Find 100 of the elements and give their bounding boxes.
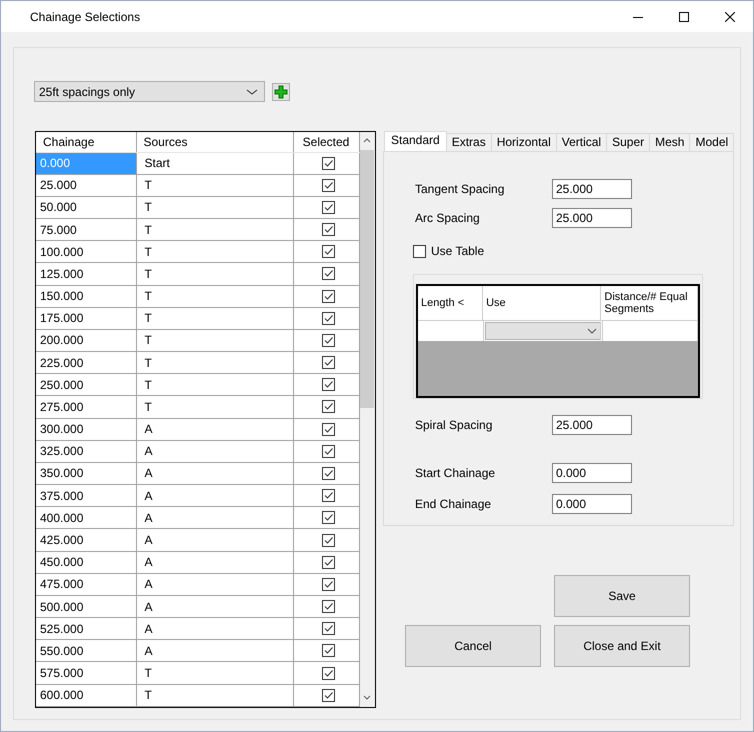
chainage-cell[interactable]: 275.000 bbox=[36, 396, 136, 418]
source-cell: A bbox=[136, 640, 293, 662]
chainage-cell[interactable]: 300.000 bbox=[36, 418, 136, 440]
tab[interactable]: Model bbox=[689, 133, 734, 151]
source-cell: T bbox=[136, 262, 293, 286]
chainage-cell[interactable]: 375.000 bbox=[36, 484, 136, 507]
selected-checkbox[interactable] bbox=[322, 644, 334, 658]
selected-checkbox[interactable] bbox=[322, 666, 334, 680]
selected-checkbox[interactable] bbox=[322, 156, 334, 170]
use-table-checkbox[interactable] bbox=[413, 244, 426, 258]
selected-checkbox[interactable] bbox=[322, 312, 334, 325]
selected-checkbox[interactable] bbox=[322, 356, 334, 370]
checkbox-label: Use Table bbox=[431, 243, 484, 260]
source-cell: T bbox=[136, 196, 293, 219]
source-cell: A bbox=[136, 440, 293, 462]
selected-checkbox[interactable] bbox=[322, 200, 334, 214]
selected-checkbox[interactable] bbox=[322, 600, 334, 614]
chainage-cell[interactable]: 600.000 bbox=[36, 684, 136, 706]
column-header[interactable]: Chainage bbox=[36, 132, 136, 152]
chainage-cell[interactable]: 350.000 bbox=[36, 462, 136, 485]
source-cell: A bbox=[136, 462, 293, 485]
selected-checkbox[interactable] bbox=[322, 466, 334, 480]
source-cell: T bbox=[136, 396, 293, 418]
chainage-cell[interactable]: 575.000 bbox=[36, 662, 136, 684]
tab[interactable]: Standard bbox=[384, 131, 447, 151]
source-cell: A bbox=[136, 551, 293, 574]
selected-checkbox[interactable] bbox=[322, 511, 334, 524]
chainage-cell[interactable]: 250.000 bbox=[36, 374, 136, 396]
preset-dropdown[interactable]: 25ft spacings only bbox=[34, 81, 265, 102]
source-cell: A bbox=[136, 484, 293, 507]
source-cell: T bbox=[136, 240, 293, 263]
field-label: Start Chainage bbox=[415, 465, 496, 482]
tangent-spacing-field[interactable]: 25.000 bbox=[552, 179, 632, 199]
selected-checkbox[interactable] bbox=[322, 223, 334, 236]
selected-checkbox[interactable] bbox=[322, 534, 334, 546]
source-cell: A bbox=[136, 528, 293, 552]
chainage-cell[interactable]: 225.000 bbox=[36, 352, 136, 374]
selected-checkbox[interactable] bbox=[322, 622, 334, 636]
selected-checkbox[interactable] bbox=[322, 578, 334, 591]
chainage-cell[interactable]: 100.000 bbox=[36, 240, 136, 263]
selected-checkbox[interactable] bbox=[322, 334, 334, 347]
column-header[interactable]: Selected bbox=[293, 132, 359, 152]
source-cell: T bbox=[136, 684, 293, 706]
selected-checkbox[interactable] bbox=[322, 245, 334, 258]
field-label: End Chainage bbox=[415, 496, 492, 513]
source-cell: T bbox=[136, 218, 293, 241]
source-cell: A bbox=[136, 618, 293, 640]
scrollbar[interactable] bbox=[360, 132, 375, 707]
source-cell: Start bbox=[136, 152, 293, 174]
field-label: Arc Spacing bbox=[415, 210, 481, 227]
source-cell: T bbox=[136, 174, 293, 196]
selected-checkbox[interactable] bbox=[322, 290, 334, 303]
spiral-spacing-field[interactable]: 25.000 bbox=[552, 415, 632, 435]
save-button[interactable]: Save bbox=[554, 575, 690, 617]
chainage-cell[interactable]: 525.000 bbox=[36, 618, 136, 640]
end-chainage-field[interactable]: 0.000 bbox=[552, 494, 632, 514]
selected-checkbox[interactable] bbox=[322, 422, 334, 436]
source-cell: T bbox=[136, 329, 293, 352]
tab[interactable]: Super bbox=[606, 133, 650, 151]
chainage-cell[interactable]: 325.000 bbox=[36, 440, 136, 462]
column-header[interactable]: Sources bbox=[136, 132, 293, 152]
cancel-button[interactable]: Cancel bbox=[405, 625, 541, 667]
selected-checkbox[interactable] bbox=[322, 489, 334, 502]
selected-checkbox[interactable] bbox=[322, 178, 334, 192]
source-cell: A bbox=[136, 573, 293, 596]
source-cell: A bbox=[136, 418, 293, 440]
source-cell: T bbox=[136, 662, 293, 684]
source-cell: T bbox=[136, 285, 293, 308]
chainage-cell[interactable]: 400.000 bbox=[36, 506, 136, 529]
chainage-cell[interactable]: 425.000 bbox=[36, 528, 136, 552]
selected-checkbox[interactable] bbox=[322, 556, 334, 569]
source-cell: T bbox=[136, 374, 293, 396]
chainage-cell[interactable]: 125.000 bbox=[36, 262, 136, 286]
chainage-cell[interactable]: 475.000 bbox=[36, 573, 136, 596]
chainage-cell[interactable]: 200.000 bbox=[36, 329, 136, 352]
chainage-cell[interactable]: 25.000 bbox=[36, 174, 136, 196]
add-button[interactable] bbox=[272, 82, 290, 100]
selected-checkbox[interactable] bbox=[322, 688, 334, 702]
selected-checkbox[interactable] bbox=[322, 444, 334, 458]
source-cell: A bbox=[136, 595, 293, 618]
source-cell: T bbox=[136, 352, 293, 374]
selected-checkbox[interactable] bbox=[322, 267, 334, 280]
chainage-cell[interactable]: 175.000 bbox=[36, 307, 136, 330]
field-label: Spiral Spacing bbox=[415, 417, 494, 434]
start-chainage-field[interactable]: 0.000 bbox=[552, 463, 632, 483]
arc-spacing-field[interactable]: 25.000 bbox=[552, 208, 632, 228]
source-cell: A bbox=[136, 506, 293, 529]
chevron-down-icon[interactable] bbox=[244, 88, 260, 96]
source-cell: T bbox=[136, 307, 293, 330]
field-label: Tangent Spacing bbox=[415, 181, 506, 198]
selected-checkbox[interactable] bbox=[322, 400, 334, 414]
chainage-cell[interactable]: 550.000 bbox=[36, 640, 136, 662]
chainage-cell[interactable]: 75.000 bbox=[36, 218, 136, 241]
chainage-cell[interactable]: 500.000 bbox=[36, 595, 136, 618]
chainage-cell[interactable]: 450.000 bbox=[36, 551, 136, 574]
close-and-exit-button[interactable]: Close and Exit bbox=[554, 625, 690, 667]
chainage-cell[interactable]: 50.000 bbox=[36, 196, 136, 219]
window-title: Chainage Selections bbox=[30, 8, 140, 26]
selected-checkbox[interactable] bbox=[322, 378, 334, 392]
chainage-cell[interactable]: 150.000 bbox=[36, 285, 136, 308]
